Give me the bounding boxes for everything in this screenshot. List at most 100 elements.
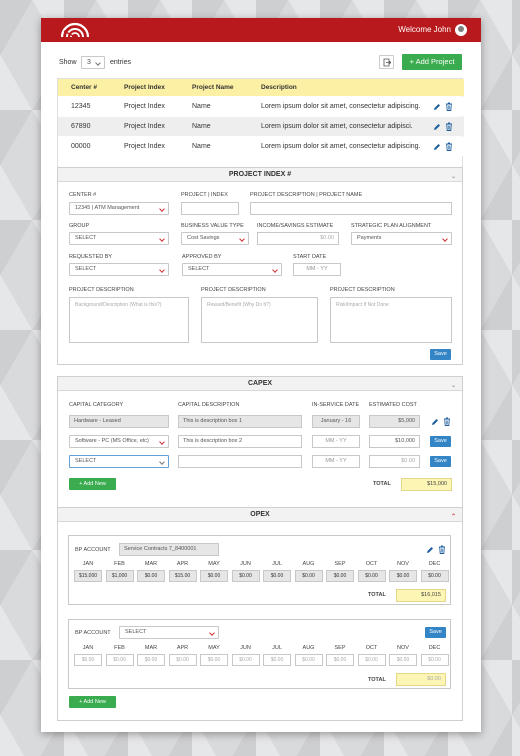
risk-textarea[interactable]: Risk/Impact If Not Done [330,297,452,343]
month-value[interactable]: $0.00 [105,654,134,666]
bp-account-select[interactable]: SELECT [119,626,219,639]
month-value[interactable]: $0.00 [200,654,228,666]
chevron-up-icon[interactable]: ⌃ [451,510,456,524]
chevron-down-icon[interactable]: ⌄ [451,379,456,393]
approved-select[interactable]: SELECT [182,263,282,276]
edit-icon[interactable] [433,123,441,131]
opex-panel: OPEX ⌃ BP ACCOUNT Service Contracts 7_840… [57,507,463,721]
save-button[interactable]: Save [425,627,446,638]
add-new-button[interactable]: + Add New [69,696,116,708]
cell-name: Name [192,103,211,110]
month-value[interactable]: $0.00 [231,654,260,666]
edit-icon[interactable] [426,546,434,554]
business-value-select[interactable]: Cost Savings [181,232,249,245]
cell-name: Name [192,123,211,130]
description-label: PROJECT DESCRIPTION [330,287,395,293]
cell-center: 12345 [71,103,91,110]
strategic-select[interactable]: Payments [351,232,452,245]
month-value[interactable]: $0.00 [168,654,197,666]
column-header: Project Name [192,84,234,91]
capital-description-input[interactable] [178,455,302,468]
trash-icon[interactable] [445,102,453,111]
center-select[interactable]: 12345 | ATM Management [69,202,169,215]
month-value[interactable]: $0.00 [389,654,417,666]
table-row[interactable]: 67890 Project Index Name Lorem ipsum dol… [58,117,464,136]
save-button[interactable]: Save [430,436,451,447]
month-value: $0.00 [263,570,291,582]
save-button[interactable]: Save [430,456,451,467]
show-label: Show [59,59,77,66]
capital-description-input[interactable]: This is description box 2 [178,435,302,448]
reward-textarea[interactable]: Reward/Benefit (Why Do It?) [201,297,318,343]
chevron-down-icon[interactable]: ⌄ [451,170,456,184]
add-project-button[interactable]: + Add Project [402,54,462,70]
table-header: Center # Project Index Project Name Desc… [58,79,464,96]
in-service-date-input[interactable]: MM - YY [312,455,360,468]
month-label: OCT [365,645,378,651]
month-label: MAY [208,645,220,651]
month-value[interactable]: $0.00 [294,654,323,666]
month-value: $0.00 [389,570,417,582]
capital-category-select[interactable]: Software - PC (MS Office, etc) [69,435,169,448]
cell-description: Lorem ipsum dolor sit amet, consectetur … [261,103,421,110]
project-description-input[interactable] [250,202,452,215]
panel-header[interactable]: CAPEX ⌄ [58,377,462,391]
project-index-label: PROJECT | INDEX [181,192,228,198]
trash-icon[interactable] [445,122,453,131]
month-value[interactable]: $0.00 [420,654,449,666]
entries-select[interactable]: 3 [81,56,105,69]
month-value[interactable]: $0.00 [357,654,386,666]
edit-icon[interactable] [433,103,441,111]
cell-center: 00000 [71,143,91,150]
cell-index: Project Index [124,103,165,110]
income-input[interactable]: $0.00 [257,232,339,245]
project-index-input[interactable] [181,202,239,215]
month-value[interactable]: $0.00 [74,654,102,666]
start-date-input[interactable]: MM - YY [293,263,341,276]
capital-description-field: This is description box 1 [178,415,302,428]
month-value: $0.00 [326,570,354,582]
month-value[interactable]: $0.00 [263,654,291,666]
total-label: TOTAL [373,481,391,487]
table-row[interactable]: 12345 Project Index Name Lorem ipsum dol… [58,97,464,116]
logo-icon [61,22,89,38]
trash-icon[interactable] [443,417,451,426]
estimated-cost-input[interactable]: $10,000 [369,435,420,448]
column-header: Project Index [124,84,165,91]
panel-header[interactable]: OPEX ⌃ [58,508,462,522]
approved-label: APPROVED BY [182,254,222,260]
estimated-cost-field: $5,000 [369,415,420,428]
cell-center: 67890 [71,123,91,130]
edit-icon[interactable] [433,143,441,151]
save-button[interactable]: Save [430,349,451,360]
capital-category-select[interactable]: SELECT [69,455,169,468]
month-label: JUL [272,561,282,567]
panel-title: PROJECT INDEX # [228,171,292,178]
month-label: AUG [302,645,315,651]
month-value[interactable]: $0.00 [326,654,354,666]
avatar[interactable] [455,24,467,36]
requested-select[interactable]: SELECT [69,263,169,276]
edit-icon[interactable] [431,418,439,426]
in-service-date-input[interactable]: MM - YY [312,435,360,448]
month-value[interactable]: $0.00 [137,654,165,666]
business-value-label: BUSINESS VALUE TYPE [181,223,244,229]
trash-icon[interactable] [445,142,453,151]
panel-header[interactable]: PROJECT INDEX # ⌄ [58,168,462,182]
group-select[interactable]: SELECT [69,232,169,245]
estimated-cost-input[interactable]: $0.00 [369,455,420,468]
month-label: APR [176,645,189,651]
month-label: MAR [144,561,158,567]
trash-icon[interactable] [438,545,446,554]
total-value: $15,000 [401,478,452,491]
export-button[interactable] [379,55,394,69]
column-header: Description [261,84,297,91]
center-label: CENTER # [69,192,97,198]
background-textarea[interactable]: Background/Description (What is this?) [69,297,189,343]
description-label: PROJECT DESCRIPTION [69,287,134,293]
add-new-button[interactable]: + Add New [69,478,116,490]
months-grid: JAN $15,000 FEB $1,000 MAR $0.00 APR $15.00 MAY $… [74,561,454,591]
cell-index: Project Index [124,123,165,130]
table-row[interactable]: 00000 Project Index Name Lorem ipsum dol… [58,137,464,156]
month-label: MAR [144,645,158,651]
